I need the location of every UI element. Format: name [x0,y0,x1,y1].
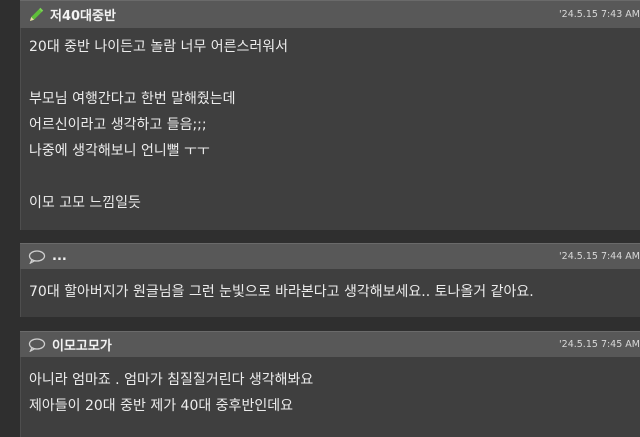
post-date: '24.5.15 7:43 AM [559,9,640,20]
post-line: 20대 중반 나이든고 놀람 너무 어른스러워서 [29,39,289,55]
comment: ... '24.5.15 7:44 AM 70대 할아버지가 원글님을 그런 눈… [20,243,640,317]
comment-body: 70대 할아버지가 원글님을 그런 눈빛으로 바라본다고 생각해보세요.. 토나… [20,269,640,317]
comment-author[interactable]: ... [52,249,67,264]
post-line: 어르신이라고 생각하고 들음;;; [29,117,207,133]
post-line: 부모님 여행간다고 한번 말해줬는데 [29,91,236,107]
original-post: 저40대중반 '24.5.15 7:43 AM 20대 중반 나이든고 놀람 너… [20,0,640,230]
comment: 이모고모가 '24.5.15 7:45 AM 아니라 엄마죠 . 엄마가 침질질… [20,331,640,437]
post-line: 이모 고모 느낌일듯 [29,195,141,211]
comment-body: 아니라 엄마죠 . 엄마가 침질질거린다 생각해봐요 제아들이 20대 중반 제… [20,357,640,437]
post-body: 20대 중반 나이든고 놀람 너무 어른스러워서 부모님 여행간다고 한번 말해… [20,28,640,230]
post-author[interactable]: 저40대중반 [50,5,116,24]
comment-header: 이모고모가 '24.5.15 7:45 AM [20,331,640,357]
comment-date: '24.5.15 7:45 AM [559,339,640,350]
comment-line: 제아들이 20대 중반 제가 40대 중후반인데요 [29,398,293,414]
comment-bubble-icon [28,249,46,264]
post-header: 저40대중반 '24.5.15 7:43 AM [20,0,640,28]
comment-header: ... '24.5.15 7:44 AM [20,243,640,269]
comment-line: 아니라 엄마죠 . 엄마가 침질질거린다 생각해봐요 [29,372,314,388]
comment-date: '24.5.15 7:44 AM [559,251,640,262]
post-line: 나중에 생각해보니 언니뻘 ㅜㅜ [29,143,210,159]
comment-line: 70대 할아버지가 원글님을 그런 눈빛으로 바라본다고 생각해보세요.. 토나… [29,284,534,300]
comment-bubble-icon [28,337,46,352]
pencil-icon [28,7,44,23]
comment-author[interactable]: 이모고모가 [52,335,112,354]
